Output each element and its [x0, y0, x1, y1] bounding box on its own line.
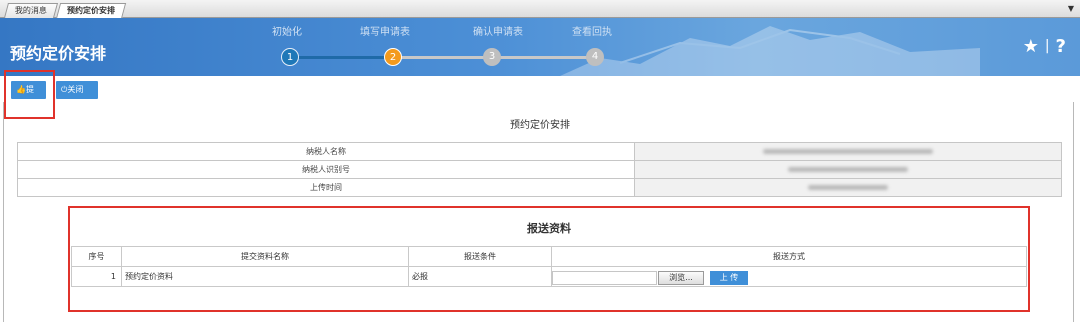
- step-label-2: 填写申请表: [360, 27, 410, 38]
- header-tools: ★ |?: [1023, 36, 1066, 57]
- step-label-4: 查看回执: [572, 27, 612, 38]
- upload-button[interactable]: 上 传: [710, 270, 748, 285]
- step-circle-3: 3: [483, 48, 501, 66]
- info-value-redacted: [634, 160, 1062, 179]
- toolbar: 👍提交 ⏻关闭: [0, 76, 1080, 112]
- page-title: 预约定价安排: [10, 44, 107, 63]
- material-name: 预约定价资料: [121, 266, 409, 287]
- divider: |: [1044, 38, 1050, 54]
- content-right-border: [1073, 102, 1074, 322]
- column-header: 报送方式: [551, 246, 1027, 267]
- highlight-box: [4, 70, 55, 119]
- close-button[interactable]: ⏻关闭: [56, 81, 98, 99]
- step-circle-2: 2: [384, 48, 402, 66]
- content-left-border: [3, 102, 4, 322]
- header-banner: 预约定价安排 初始化 填写申请表 确认申请表 查看回执 1 2 3 4 ★ |?: [0, 18, 1080, 76]
- section-title: 预约定价安排: [510, 120, 570, 131]
- table-row: 上传时间: [17, 178, 1062, 197]
- table-row: 纳税人识别号: [17, 160, 1062, 179]
- row-index: 1: [71, 266, 122, 287]
- tab-label: 预约定价安排: [67, 6, 115, 15]
- table-header-row: 序号 提交资料名称 报送条件 报送方式: [71, 246, 1027, 267]
- step-progress-line: [290, 56, 393, 59]
- materials-table: 序号 提交资料名称 报送条件 报送方式 1 预约定价资料 必报 浏览... 上 …: [71, 246, 1027, 287]
- materials-title: 报送资料: [527, 222, 571, 235]
- tab-my-messages[interactable]: 我的消息: [3, 3, 59, 18]
- step-label-1: 初始化: [272, 27, 302, 38]
- table-row: 1 预约定价资料 必报 浏览... 上 传: [71, 266, 1027, 287]
- help-icon[interactable]: ?: [1056, 36, 1066, 57]
- tab-apa[interactable]: 预约定价安排: [55, 3, 127, 19]
- star-icon[interactable]: ★: [1023, 36, 1039, 57]
- upload-cell: 浏览... 上 传: [551, 266, 1027, 287]
- column-header: 报送条件: [408, 246, 552, 267]
- materials-section: 报送资料 序号 提交资料名称 报送条件 报送方式 1 预约定价资料 必报 浏览.…: [68, 206, 1030, 312]
- submission-condition: 必报: [408, 266, 552, 287]
- taxpayer-info-table: 纳税人名称 纳税人识别号 上传时间: [17, 142, 1062, 197]
- tab-bar: 我的消息 预约定价安排 ▼: [0, 0, 1080, 19]
- great-wall-decoration: [560, 26, 980, 76]
- step-label-3: 确认申请表: [473, 27, 523, 38]
- file-path-input[interactable]: [552, 270, 657, 285]
- table-row: 纳税人名称: [17, 142, 1062, 161]
- tab-dropdown-icon[interactable]: ▼: [1068, 4, 1074, 13]
- column-header: 提交资料名称: [121, 246, 409, 267]
- column-header: 序号: [71, 246, 122, 267]
- info-label: 纳税人名称: [17, 142, 635, 161]
- step-circle-1: 1: [281, 48, 299, 66]
- info-label: 上传时间: [17, 178, 635, 197]
- tab-label: 我的消息: [14, 6, 47, 15]
- info-label: 纳税人识别号: [17, 160, 635, 179]
- browse-button[interactable]: 浏览...: [658, 270, 704, 285]
- step-circle-4: 4: [586, 48, 604, 66]
- close-label: 关闭: [67, 85, 84, 94]
- info-value-redacted: [634, 178, 1062, 197]
- info-value-redacted: [634, 142, 1062, 161]
